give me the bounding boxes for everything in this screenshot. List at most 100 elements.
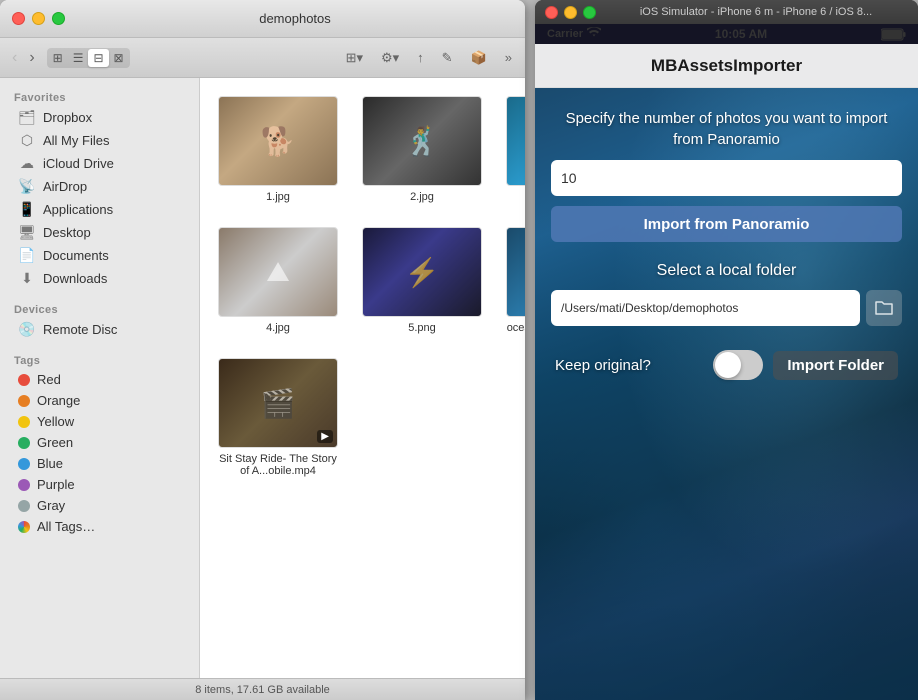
sidebar-item-desktop[interactable]: 🖥 Desktop [4,221,195,244]
documents-icon: 📄 [18,247,36,264]
view-icon-btn[interactable]: ⊞ [48,49,68,67]
finder-toolbar: ‹ › ⊞ ☰ ⊟ ⊠ ⊞▾ ⚙▾ ↑ ✎ 📦 » [0,38,525,78]
sidebar-tag-red-label: Red [37,372,61,387]
file-thumb-6: 🌊 ▶ [506,227,525,317]
import-folder-button[interactable]: Import Folder [773,351,898,380]
file-thumb-4: ⛰ [218,227,338,317]
green-dot [18,437,30,449]
edit-btn[interactable]: ✎ [437,48,458,68]
sidebar-tag-gray[interactable]: Gray [4,495,195,516]
minimize-button[interactable]: − [32,12,45,25]
view-buttons: ⊞ ☰ ⊟ ⊠ [47,48,130,68]
sim-minimize-button[interactable]: − [564,6,577,19]
sidebar-item-remote-disc[interactable]: 💿 Remote Disc [4,318,195,341]
yellow-dot [18,416,30,428]
sim-maximize-button[interactable]: + [583,6,596,19]
window-buttons: ✕ − + [12,12,65,25]
arrange-btn[interactable]: ⊞▾ [341,48,368,68]
sidebar-tag-blue-label: Blue [37,456,63,471]
disc-icon: 💿 [18,321,36,338]
sidebar-item-applications-label: Applications [43,202,113,217]
sidebar-tag-all[interactable]: All Tags… [4,516,195,537]
sidebar-item-downloads-label: Downloads [43,271,107,286]
close-button[interactable]: ✕ [12,12,25,25]
share-btn[interactable]: ↑ [412,48,429,67]
file-name-7: Sit Stay Ride- The Story of A...obile.mp… [218,453,338,477]
maximize-button[interactable]: + [52,12,65,25]
more-btn[interactable]: » [500,48,517,67]
sidebar-tag-purple[interactable]: Purple [4,474,195,495]
finder-main: 🐕 1.jpg 🕺 2.jpg 🤿 3.jpg [200,78,525,678]
sidebar-item-downloads[interactable]: ⬇ Downloads [4,267,195,290]
keep-original-toggle[interactable] [713,350,763,380]
purple-dot [18,479,30,491]
sidebar-item-documents[interactable]: 📄 Documents [4,244,195,267]
file-thumb-3: 🤿 [506,96,525,186]
action-btn[interactable]: ⚙▾ [376,48,404,68]
sidebar-item-dropbox[interactable]: 🗂 Dropbox [4,106,195,129]
sidebar-item-applications[interactable]: 📱 Applications [4,198,195,221]
sim-close-button[interactable]: ✕ [545,6,558,19]
tags-section-title: Tags [0,349,199,369]
file-name-1: 1.jpg [266,191,290,203]
sidebar-tag-all-label: All Tags… [37,519,95,534]
statusbar-text: 8 items, 17.61 GB available [195,684,330,696]
sidebar-item-all-my-files[interactable]: ⬡ All My Files [4,129,195,152]
sidebar-item-all-files-label: All My Files [43,133,109,148]
file-item-7[interactable]: 🎬 ▶ Sit Stay Ride- The Story of A...obil… [210,350,346,485]
sidebar-tag-orange[interactable]: Orange [4,390,195,411]
import-panoramio-button[interactable]: Import from Panoramio [551,206,902,242]
ios-content: Specify the number of photos you want to… [535,88,918,700]
dropbox-btn[interactable]: 📦 [466,48,492,68]
sidebar-tag-yellow-label: Yellow [37,414,74,429]
video-overlay-7: 🎬 ▶ [219,359,337,447]
sidebar-tag-green-label: Green [37,435,73,450]
finder-statusbar: 8 items, 17.61 GB available [0,678,525,700]
back-button[interactable]: ‹ [8,47,21,69]
sidebar-tag-blue[interactable]: Blue [4,453,195,474]
keep-original-label: Keep original? [555,357,703,374]
view-cover-btn[interactable]: ⊠ [109,49,129,67]
sidebar-item-airdrop[interactable]: 📡 AirDrop [4,175,195,198]
sidebar-tag-red[interactable]: Red [4,369,195,390]
folder-path-input[interactable] [551,290,860,326]
sim-window-buttons: ✕ − + [545,6,596,19]
all-tags-dot [18,521,30,533]
file-name-4: 4.jpg [266,322,290,334]
forward-button[interactable]: › [25,47,38,69]
play-icon-7: ▶ [317,430,333,443]
file-item-2[interactable]: 🕺 2.jpg [354,88,490,211]
sidebar-item-icloud[interactable]: ☁ iCloud Drive [4,152,195,175]
file-item-5[interactable]: ⚡ 5.png [354,219,490,342]
ios-nav-title: MBAssetsImporter [651,56,802,76]
file-grid: 🐕 1.jpg 🕺 2.jpg 🤿 3.jpg [210,88,515,485]
file-name-5: 5.png [408,322,436,334]
finder-window: ✕ − + demophotos ‹ › ⊞ ☰ ⊟ ⊠ ⊞▾ ⚙▾ ↑ ✎ 📦… [0,0,525,700]
ios-form: Specify the number of photos you want to… [535,88,918,398]
gray-dot [18,500,30,512]
panoramio-label: Specify the number of photos you want to… [551,108,902,150]
file-item-1[interactable]: 🐕 1.jpg [210,88,346,211]
thumb-inner-6: 🌊 [507,228,525,316]
status-time: 10:05 AM [601,27,881,41]
view-column-btn[interactable]: ⊟ [88,49,108,67]
panoramio-count-input[interactable] [551,160,902,196]
file-item-4[interactable]: ⛰ 4.jpg [210,219,346,342]
local-folder-label: Select a local folder [551,262,902,280]
view-list-btn[interactable]: ☰ [68,49,89,67]
file-item-3[interactable]: 🤿 3.jpg [498,88,525,211]
favorites-section-title: Favorites [0,86,199,106]
blue-dot [18,458,30,470]
simulator-window: ✕ − + iOS Simulator - iPhone 6 m - iPhon… [535,0,918,700]
thumb-inner-2: 🕺 [363,97,481,185]
devices-section-title: Devices [0,298,199,318]
sidebar-tag-yellow[interactable]: Yellow [4,411,195,432]
thumb-inner-1: 🐕 [219,97,337,185]
thumb-inner-3: 🤿 [507,97,525,185]
file-item-6[interactable]: 🌊 ▶ ocean c4d.mov-HD.mp4 [498,219,525,342]
sidebar-tag-green[interactable]: Green [4,432,195,453]
folder-browse-button[interactable] [866,290,902,326]
sim-titlebar: ✕ − + iOS Simulator - iPhone 6 m - iPhon… [535,0,918,24]
carrier-text: Carrier [547,28,583,40]
airdrop-icon: 📡 [18,178,36,195]
